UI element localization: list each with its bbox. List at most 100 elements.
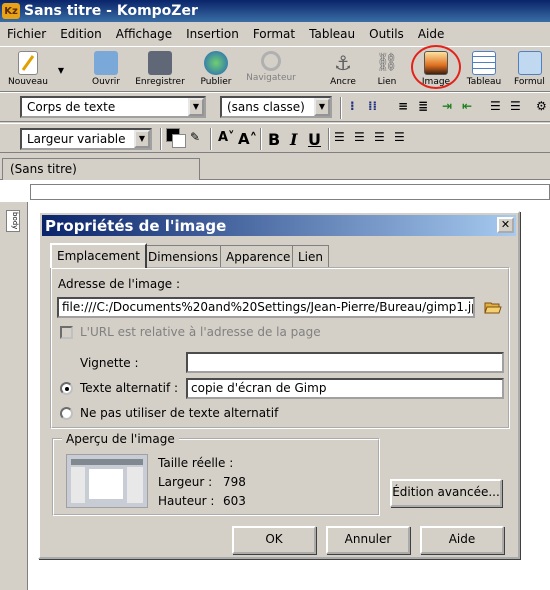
new-label: Nouveau: [7, 77, 49, 87]
close-icon[interactable]: ✕: [497, 217, 514, 233]
help-button[interactable]: Aide: [420, 526, 504, 554]
navigator-label: Navigateur: [246, 73, 296, 83]
height-value: 603: [223, 494, 246, 508]
image-address-field[interactable]: file:///C:/Documents%20and%20Settings/Je…: [57, 297, 475, 318]
definition-list-icon[interactable]: ≡: [398, 99, 408, 113]
menu-fichier[interactable]: Fichier: [0, 27, 53, 41]
table-label: Tableau: [466, 77, 502, 87]
underline-button[interactable]: U: [308, 130, 321, 149]
align-right-list-icon[interactable]: ☰: [510, 99, 521, 113]
chevron-down-icon: ▼: [188, 98, 204, 116]
no-alt-text-radio[interactable]: [60, 407, 73, 420]
main-toolbar: Nouveau ▼ Ouvrir Enregistrer Publier Nav…: [0, 46, 550, 92]
globe-icon: [204, 51, 228, 75]
class-value: (sans classe): [227, 100, 305, 114]
outdent-icon[interactable]: ⇤: [462, 99, 472, 113]
menu-tableau[interactable]: Tableau: [302, 27, 362, 41]
relative-url-checkbox[interactable]: [60, 326, 73, 339]
menu-aide[interactable]: Aide: [411, 27, 452, 41]
document-gutter: [0, 202, 28, 590]
alt-text-label: Texte alternatif :: [80, 381, 179, 395]
tab-lien[interactable]: Lien: [292, 245, 330, 267]
anchor-label: Ancre: [330, 77, 356, 87]
settings-icon[interactable]: ⚙: [536, 99, 547, 113]
background-color-swatch[interactable]: [172, 134, 186, 148]
tooltip-field[interactable]: [186, 352, 504, 373]
magnifier-icon: [261, 51, 281, 71]
alt-text-field[interactable]: copie d'écran de Gimp: [186, 378, 504, 399]
numbered-list-icon[interactable]: ⁞⁞: [368, 99, 377, 113]
height-label: Hauteur :: [158, 494, 215, 508]
menu-edition[interactable]: Edition: [53, 27, 109, 41]
definition-term-icon[interactable]: ≣: [418, 99, 428, 113]
format-toolbar-2: Largeur variable ▼ ✎ A˅ A˄ B I U ☰ ☰ ☰ ☰: [0, 123, 550, 153]
class-select[interactable]: (sans classe) ▼: [220, 96, 332, 118]
paragraph-style-select[interactable]: Corps de texte ▼: [20, 96, 206, 118]
actual-size-label: Taille réelle :: [158, 456, 234, 470]
table-icon: [472, 51, 496, 75]
chain-link-icon: ⛓: [375, 52, 399, 73]
paragraph-style-value: Corps de texte: [27, 100, 116, 114]
image-highlight-circle: [411, 45, 461, 89]
menu-insertion[interactable]: Insertion: [179, 27, 246, 41]
relative-url-label: L'URL est relative à l'adresse de la pag…: [80, 325, 321, 339]
align-right-icon[interactable]: ☰: [374, 130, 385, 144]
highlighter-icon[interactable]: ✎: [190, 130, 200, 144]
link-button[interactable]: ⛓ Lien: [372, 51, 402, 88]
save-button[interactable]: Enregistrer: [132, 51, 188, 88]
image-properties-dialog: Propriétés de l'image ✕ Emplacement Dime…: [38, 211, 520, 559]
structure-bar: [30, 184, 550, 200]
tab-emplacement[interactable]: Emplacement: [50, 243, 147, 268]
window-title: Sans titre - KompoZer: [24, 3, 198, 19]
dialog-title: Propriétés de l'image: [45, 217, 227, 235]
justify-icon[interactable]: ☰: [394, 130, 405, 144]
navigator-button[interactable]: Navigateur: [244, 51, 298, 84]
new-dropdown-button[interactable]: ▼: [54, 65, 68, 76]
cancel-button[interactable]: Annuler: [326, 526, 410, 554]
tab-dimensions[interactable]: Dimensions: [142, 245, 225, 267]
width-mode-value: Largeur variable: [27, 132, 126, 146]
align-left-list-icon[interactable]: ☰: [490, 99, 501, 113]
font-larger-icon[interactable]: A˄: [238, 130, 257, 148]
ok-button[interactable]: OK: [232, 526, 316, 554]
italic-button[interactable]: I: [290, 130, 297, 149]
dialog-title-bar: Propriétés de l'image ✕: [42, 215, 516, 236]
publish-button[interactable]: Publier: [196, 51, 236, 88]
tab-apparence[interactable]: Apparence: [220, 245, 297, 267]
form-icon: [518, 51, 542, 75]
menu-affichage[interactable]: Affichage: [109, 27, 179, 41]
title-bar: Kz Sans titre - KompoZer: [0, 0, 550, 22]
font-smaller-icon[interactable]: A˅: [218, 130, 235, 145]
form-button[interactable]: Formul: [514, 51, 550, 88]
advanced-edit-button[interactable]: Édition avancée...: [390, 479, 502, 507]
indent-icon[interactable]: ⇥: [442, 99, 452, 113]
menu-outils[interactable]: Outils: [362, 27, 411, 41]
publish-label: Publier: [200, 77, 232, 87]
table-button[interactable]: Tableau: [464, 51, 504, 88]
width-mode-select[interactable]: Largeur variable ▼: [20, 128, 152, 150]
anchor-icon: ⚓: [334, 51, 352, 75]
menu-format[interactable]: Format: [246, 27, 302, 41]
save-label: Enregistrer: [135, 77, 185, 87]
document-tab[interactable]: (Sans titre): [2, 158, 200, 180]
align-left-icon[interactable]: ☰: [334, 130, 345, 144]
menu-bar: Fichier Edition Affichage Insertion Form…: [0, 24, 550, 44]
open-folder-icon[interactable]: [484, 300, 502, 314]
tooltip-label: Vignette :: [80, 356, 139, 370]
bold-button[interactable]: B: [268, 130, 280, 149]
bullet-list-icon[interactable]: ⁝: [350, 99, 355, 113]
tab-panel: [50, 267, 510, 429]
new-button[interactable]: Nouveau: [6, 51, 50, 88]
body-tag-label[interactable]: body: [6, 210, 20, 232]
anchor-button[interactable]: ⚓ Ancre: [326, 51, 360, 88]
width-label: Largeur :: [158, 475, 213, 489]
align-center-icon[interactable]: ☰: [354, 130, 365, 144]
preview-legend: Aperçu de l'image: [62, 432, 179, 446]
image-preview-thumbnail: [66, 454, 148, 508]
open-label: Ouvrir: [91, 77, 120, 87]
open-button[interactable]: Ouvrir: [86, 51, 126, 88]
open-folder-icon: [94, 51, 118, 75]
document-tabbar: (Sans titre): [0, 156, 550, 180]
width-value: 798: [223, 475, 246, 489]
alt-text-radio[interactable]: [60, 382, 73, 395]
